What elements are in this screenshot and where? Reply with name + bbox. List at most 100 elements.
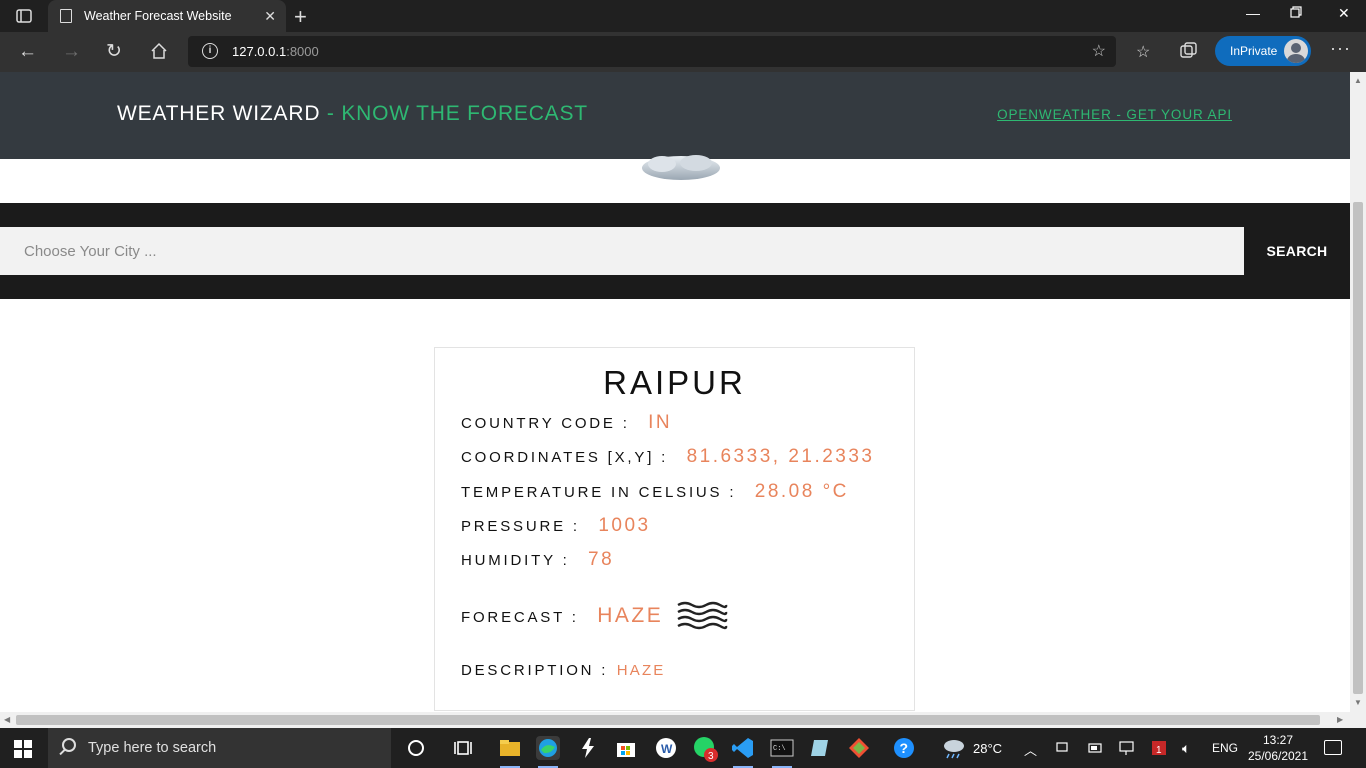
home-icon[interactable] [150, 42, 168, 67]
city-search-input[interactable] [0, 227, 1244, 275]
volume-icon[interactable]: 🔈︎ [1182, 740, 1190, 768]
description-row: DESCRIPTION : HAZE [461, 662, 666, 680]
pressure-row: PRESSURE : 1003 [461, 515, 651, 537]
coordinates-label: COORDINATES [X,Y] : [461, 449, 669, 466]
network-icon[interactable] [1119, 740, 1135, 768]
collections-icon[interactable] [1180, 42, 1197, 64]
tab-title: Weather Forecast Website [84, 9, 232, 23]
cortana-icon[interactable] [405, 736, 429, 760]
windows-start-icon[interactable] [14, 740, 32, 758]
country-code-value: IN [648, 412, 673, 433]
vscode-icon[interactable] [731, 736, 755, 768]
browser-tab[interactable]: Weather Forecast Website ✕ [48, 0, 286, 32]
minimize-icon[interactable]: — [1246, 5, 1260, 21]
temperature-label: TEMPERATURE IN CELSIUS : [461, 484, 737, 501]
whatsapp-icon[interactable]: 3 [693, 736, 718, 762]
wordpad-icon[interactable]: W [654, 736, 678, 760]
humidity-label: HUMIDITY : [461, 552, 570, 569]
search-button[interactable]: SEARCH [1244, 227, 1350, 275]
site-navbar: WEATHER WIZARD - KNOW THE FORECAST OPENW… [0, 72, 1350, 159]
search-icon [62, 738, 76, 752]
page-viewport: WEATHER WIZARD - KNOW THE FORECAST OPENW… [0, 72, 1350, 712]
horizontal-scrollbar[interactable]: ◀ ▶ [0, 712, 1350, 728]
site-brand[interactable]: WEATHER WIZARD - KNOW THE FORECAST [117, 102, 588, 126]
brand-tagline: - KNOW THE FORECAST [320, 102, 588, 125]
avatar [1284, 39, 1308, 63]
country-code-label: COUNTRY CODE : [461, 415, 630, 432]
clock-date: 25/06/2021 [1247, 749, 1309, 763]
site-info-icon[interactable]: i [202, 43, 218, 59]
weather-temperature: 28°C [973, 741, 1003, 756]
horizontal-scroll-thumb[interactable] [16, 715, 1320, 725]
edge-browser-icon[interactable] [536, 736, 560, 768]
humidity-row: HUMIDITY : 78 [461, 549, 614, 571]
help-icon[interactable]: ? [892, 736, 916, 760]
vertical-scrollbar[interactable]: ▲ ▼ [1350, 72, 1366, 712]
microsoft-store-icon[interactable] [614, 736, 638, 760]
haze-icon [677, 601, 728, 630]
taskbar-search-box[interactable]: Type here to search [48, 728, 391, 768]
coordinates-row: COORDINATES [X,Y] : 81.6333, 21.2333 [461, 446, 875, 468]
action-center-icon[interactable] [1324, 740, 1342, 755]
back-icon[interactable]: ← [18, 40, 37, 64]
forecast-row: FORECAST : HAZE [461, 604, 663, 628]
file-explorer-icon[interactable] [498, 736, 522, 768]
pressure-label: PRESSURE : [461, 518, 580, 535]
app-badge: 1 [1156, 745, 1162, 756]
app-lightning-icon[interactable] [576, 736, 600, 760]
city-name: RAIPUR [603, 364, 746, 401]
page-icon [60, 9, 72, 23]
cloud-icon [642, 155, 720, 180]
weather-card: RAIPUR COUNTRY CODE : IN COORDINATES [X,… [434, 347, 915, 711]
svg-text:W: W [661, 742, 673, 756]
scroll-right-icon[interactable]: ▶ [1337, 715, 1343, 724]
forward-icon[interactable]: → [62, 40, 81, 64]
battery-icon[interactable] [1088, 742, 1104, 768]
new-tab-icon[interactable]: + [294, 4, 307, 30]
scrollbar-corner [1350, 712, 1366, 728]
rain-cloud-icon [944, 740, 964, 759]
description-value: HAZE [616, 662, 666, 679]
more-options-icon[interactable]: ··· [1330, 38, 1351, 59]
refresh-icon[interactable]: ↻ [106, 40, 122, 64]
git-icon[interactable] [847, 736, 871, 760]
humidity-value: 78 [588, 549, 615, 570]
svg-text:?: ? [900, 740, 909, 756]
clock-time: 13:27 [1262, 733, 1294, 747]
task-view-icon[interactable] [452, 736, 476, 760]
inprivate-button[interactable]: InPrivate [1215, 36, 1311, 66]
temperature-value: 28.08 °C [754, 481, 849, 502]
browser-toolbar: ← → ↻ i 127.0.0.1:8000 ☆ ☆ InPrivate ··· [0, 32, 1366, 72]
inprivate-label: InPrivate [1230, 44, 1278, 58]
add-favorite-icon[interactable]: ☆ [1092, 41, 1106, 61]
forecast-label: FORECAST : [461, 609, 579, 626]
brand-title: WEATHER WIZARD [117, 102, 321, 125]
close-window-icon[interactable]: ✕ [1338, 5, 1350, 22]
notification-app-icon[interactable]: 1 [1150, 739, 1168, 768]
scroll-down-icon[interactable]: ▼ [1354, 698, 1362, 707]
whatsapp-badge: 3 [708, 751, 714, 762]
temperature-row: TEMPERATURE IN CELSIUS : 28.08 °C [461, 481, 849, 503]
tab-actions-icon[interactable] [10, 6, 38, 26]
notepad-icon[interactable] [808, 736, 832, 760]
system-clock[interactable]: 13:27 25/06/2021 [1246, 732, 1310, 764]
show-hidden-icons[interactable]: ︿ [1024, 740, 1037, 768]
scroll-up-icon[interactable]: ▲ [1354, 76, 1362, 85]
terminal-icon[interactable]: C:\ [770, 736, 794, 768]
svg-text:C:\: C:\ [773, 745, 786, 753]
country-code-row: COUNTRY CODE : IN [461, 412, 672, 434]
openweather-api-link[interactable]: OPENWEATHER - GET YOUR API [997, 107, 1232, 122]
vertical-scroll-thumb[interactable] [1353, 202, 1363, 694]
taskbar: Type here to search W 3 C:\ ? 28°C ︿ 1 🔈… [0, 728, 1366, 768]
pressure-value: 1003 [598, 515, 651, 536]
close-tab-icon[interactable]: ✕ [264, 8, 276, 25]
url-text: 127.0.0.1:8000 [232, 44, 319, 59]
forecast-value: HAZE [597, 604, 664, 627]
favorites-icon[interactable]: ☆ [1136, 42, 1150, 62]
restore-icon[interactable] [1290, 5, 1302, 21]
meet-now-icon[interactable] [1056, 740, 1070, 768]
language-indicator[interactable]: ENG [1212, 741, 1238, 768]
address-bar[interactable]: i 127.0.0.1:8000 ☆ [188, 36, 1116, 67]
description-label: DESCRIPTION : [461, 662, 609, 679]
scroll-left-icon[interactable]: ◀ [4, 715, 10, 724]
